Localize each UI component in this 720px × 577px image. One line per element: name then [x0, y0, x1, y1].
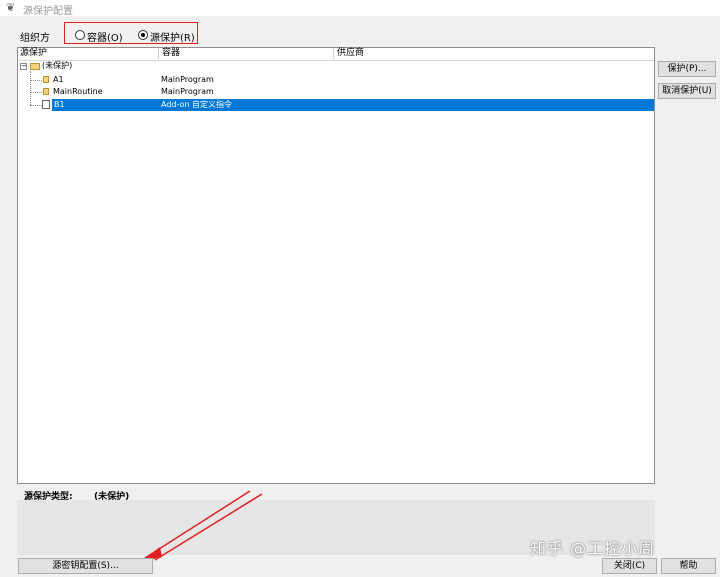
annotation-arrow [140, 490, 263, 562]
close-button[interactable]: 关闭(C) [602, 558, 657, 574]
help-button[interactable]: 帮助 [661, 558, 716, 574]
source-key-config-button[interactable]: 源密钥配置(S)... [18, 558, 153, 574]
watermark: 知乎 @工控小周 [530, 539, 656, 558]
